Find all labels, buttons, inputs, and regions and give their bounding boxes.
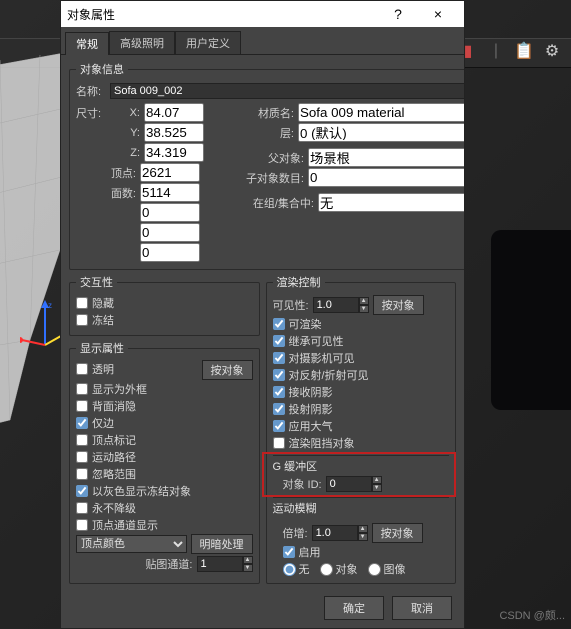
enable-mb-checkbox[interactable]: 启用: [273, 544, 450, 560]
multiplier-spinner[interactable]: ▲▼: [312, 525, 368, 541]
multiplier-label: 倍增:: [283, 525, 308, 541]
hide-checkbox[interactable]: 隐藏: [76, 295, 253, 311]
size-z: [144, 143, 204, 162]
gray-frozen-checkbox[interactable]: 以灰色显示冻结对象: [76, 483, 253, 499]
vertex-color-select[interactable]: 顶点颜色: [76, 535, 187, 553]
cast-shadow-checkbox[interactable]: 投射阴影: [273, 401, 450, 417]
toolbar-icons: ▮ | 📋 ⚙: [459, 42, 561, 60]
motion-path-checkbox[interactable]: 运动路径: [76, 449, 253, 465]
gbuffer-label: G 缓冲区: [273, 458, 450, 474]
y-label: Y:: [110, 127, 140, 139]
object-id-spinner[interactable]: ▲▼: [326, 476, 382, 492]
mb-none-radio[interactable]: 无: [283, 561, 310, 577]
map-channel-label: 贴图通道:: [145, 556, 192, 572]
visible-refl-checkbox[interactable]: 对反射/折射可见: [273, 367, 450, 383]
group-value: [318, 193, 464, 212]
material-value: [298, 103, 464, 122]
dialog-footer: 确定 取消: [61, 588, 464, 628]
tab-user-defined[interactable]: 用户定义: [175, 31, 241, 54]
vertices-value: [140, 163, 200, 182]
interactivity-group: 交互性 隐藏 冻结: [69, 274, 260, 336]
divider-icon: |: [487, 42, 505, 60]
render-occluded-checkbox[interactable]: 渲染阻挡对象: [273, 435, 450, 451]
show-frame-checkbox[interactable]: 显示为外框: [76, 381, 253, 397]
object-id-label: 对象 ID:: [283, 476, 322, 492]
tab-general[interactable]: 常规: [65, 32, 109, 55]
backface-cull-checkbox[interactable]: 背面消隐: [76, 398, 253, 414]
cancel-button[interactable]: 取消: [392, 596, 452, 620]
freeze-checkbox[interactable]: 冻结: [76, 312, 253, 328]
vertices-label: 顶点:: [76, 165, 136, 181]
visibility-spinner[interactable]: ▲▼: [313, 297, 369, 313]
clipboard-icon[interactable]: 📋: [515, 42, 533, 60]
help-button[interactable]: ?: [378, 6, 418, 22]
visible-cam-checkbox[interactable]: 对摄影机可见: [273, 350, 450, 366]
watermark: CSDN @颇...: [499, 607, 565, 623]
titlebar[interactable]: 对象属性 ? ×: [61, 1, 464, 27]
display-group: 显示属性 透明 按对象 显示为外框 背面消隐 仅边 顶点标记 运动路径 忽略范围…: [69, 340, 260, 584]
render-control-legend: 渲染控制: [273, 274, 325, 290]
dialog-title: 对象属性: [67, 6, 378, 23]
extra2: [140, 243, 200, 262]
motion-blur-label: 运动模糊: [273, 500, 450, 516]
receive-shadow-checkbox[interactable]: 接收阴影: [273, 384, 450, 400]
display-legend: 显示属性: [76, 340, 128, 356]
mb-by-object-button[interactable]: 按对象: [372, 523, 423, 543]
children-value: [308, 168, 464, 187]
size-y: [144, 123, 204, 142]
visibility-label: 可见性:: [273, 297, 309, 313]
mb-image-radio[interactable]: 图像: [368, 561, 406, 577]
gear-icon[interactable]: ⚙: [543, 42, 561, 60]
edges-only-checkbox[interactable]: 仅边: [76, 415, 253, 431]
mb-type-radios: 无 对象 图像: [273, 561, 450, 577]
name-label: 名称:: [76, 83, 106, 99]
object-info-group: 对象信息 名称: 尺寸: X: Y: Z:: [69, 61, 464, 270]
size-x: [144, 103, 204, 122]
renderable-checkbox[interactable]: 可渲染: [273, 316, 450, 332]
children-label: 子对象数目:: [244, 170, 304, 186]
apply-atmos-checkbox[interactable]: 应用大气: [273, 418, 450, 434]
x-label: X:: [110, 107, 140, 119]
group-label: 在组/集合中:: [244, 195, 314, 211]
extra1: [140, 223, 200, 242]
name-field[interactable]: [110, 83, 464, 99]
layer-value: [298, 123, 464, 142]
map-channel-spinner[interactable]: ▲▼: [197, 556, 253, 572]
never-degrade-checkbox[interactable]: 永不降级: [76, 500, 253, 516]
object-info-legend: 对象信息: [76, 61, 128, 77]
render-control-group: 渲染控制 可见性: ▲▼ 按对象 可渲染 继承可见性 对摄影机可见 对反射/折射…: [266, 274, 457, 584]
tab-strip: 常规 高级照明 用户定义: [61, 27, 464, 55]
shaded-button[interactable]: 明暗处理: [191, 534, 253, 554]
transparent-checkbox[interactable]: 透明: [76, 361, 202, 377]
extra0: [140, 203, 200, 222]
svg-text:z: z: [48, 301, 52, 310]
ignore-range-checkbox[interactable]: 忽略范围: [76, 466, 253, 482]
tab-adv-lighting[interactable]: 高级照明: [109, 31, 175, 54]
object-properties-dialog: 对象属性 ? × 常规 高级照明 用户定义 对象信息 名称: 尺寸: X: Y:: [60, 0, 465, 629]
parent-value: [308, 148, 464, 167]
ok-button[interactable]: 确定: [324, 596, 384, 620]
parent-label: 父对象:: [244, 150, 304, 166]
size-label: 尺寸:: [76, 105, 106, 121]
vertex-ticks-checkbox[interactable]: 顶点标记: [76, 432, 253, 448]
material-label: 材质名:: [244, 105, 294, 121]
interactivity-legend: 交互性: [76, 274, 117, 290]
display-by-object-button[interactable]: 按对象: [202, 360, 253, 380]
inherit-vis-checkbox[interactable]: 继承可见性: [273, 333, 450, 349]
dark-object: [491, 230, 571, 410]
z-label: Z:: [110, 147, 140, 159]
close-button[interactable]: ×: [418, 6, 458, 22]
spinner-down-icon: ▼: [243, 564, 253, 572]
layer-label: 层:: [244, 125, 294, 141]
mb-object-radio[interactable]: 对象: [320, 561, 358, 577]
spinner-up-icon: ▲: [243, 556, 253, 564]
render-by-object-button[interactable]: 按对象: [373, 295, 424, 315]
vertex-channel-checkbox[interactable]: 顶点通道显示: [76, 517, 253, 533]
faces-label: 面数:: [76, 185, 136, 201]
faces-value: [140, 183, 200, 202]
